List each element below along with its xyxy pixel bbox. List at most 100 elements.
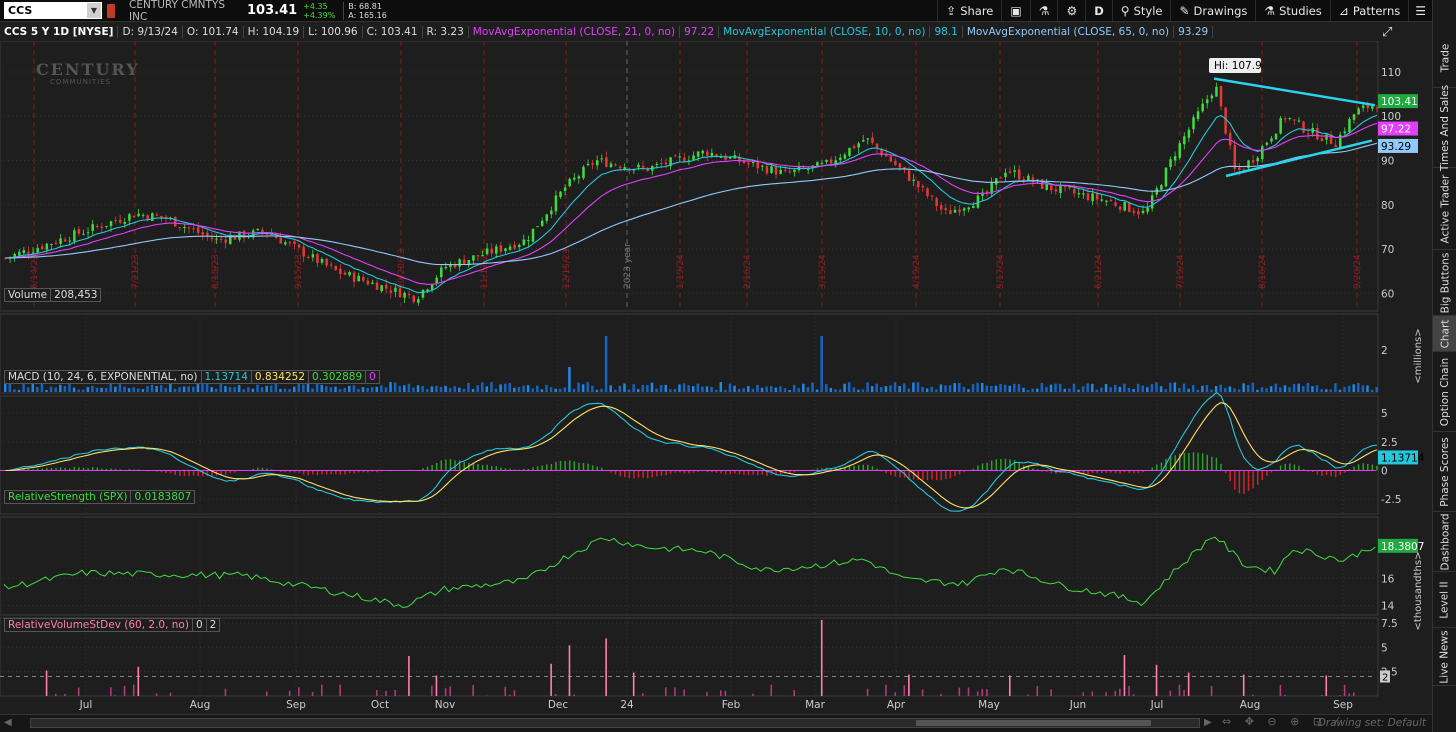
candle-body — [1173, 156, 1177, 161]
rs-badge: 18.3807 — [1381, 541, 1424, 553]
volume-bar — [421, 386, 424, 392]
sidebar-tab-live-news[interactable]: Live News — [1433, 628, 1456, 686]
volume-bar — [806, 387, 810, 392]
volume-bar — [1224, 387, 1227, 392]
sidebar-tab-phase-scores[interactable]: Phase Scores — [1433, 432, 1456, 512]
macd-hist-bar — [637, 470, 640, 478]
scroll-thumb[interactable] — [916, 720, 1151, 726]
macd-hist-bar — [738, 470, 741, 475]
candle-body — [329, 264, 333, 266]
macd-hist-bar — [1284, 463, 1286, 471]
ema21-label[interactable]: MovAvgExponential (CLOSE, 21, 0, no) — [469, 26, 681, 38]
volume-label: Volume — [4, 288, 52, 302]
sidebar-tab-times-and-sales[interactable]: Times And Sales — [1433, 84, 1456, 171]
sidebar-tab-dashboard[interactable]: Dashboard — [1433, 512, 1456, 572]
sidebar-tab-level-ii[interactable]: Level II — [1433, 572, 1456, 628]
gear-icon: ⚙ — [1066, 3, 1078, 18]
rs-pane-label[interactable]: RelativeStrength (SPX) 0.0183807 — [4, 490, 196, 504]
chart-title[interactable]: CCS 5 Y 1D [NYSE] — [0, 26, 119, 38]
macd-hist-bar — [1266, 470, 1268, 476]
rvsd-bar — [54, 693, 57, 696]
period-button[interactable]: D — [1085, 0, 1112, 21]
date-marker-label: 12/15/23 — [562, 249, 572, 289]
candle-body — [96, 225, 99, 227]
volume-bar — [714, 389, 718, 392]
macd-value-3: 0.302889 — [309, 370, 367, 384]
menu-button[interactable]: ☰ — [1408, 0, 1432, 21]
candle-body — [1251, 159, 1255, 163]
candle-body — [307, 257, 310, 259]
volume-bar — [847, 382, 851, 392]
chart-scrollbar[interactable]: ◀ ▶ ⇔ ✥ ⊖ ⊕ ⊡ ⁄ Drawing set: Default — [0, 714, 1432, 732]
scroll-track[interactable] — [30, 718, 1200, 728]
candle-body — [747, 163, 750, 165]
style-button[interactable]: ⚲ Style — [1111, 0, 1171, 21]
sidebar-tab-option-chain[interactable]: Option Chain — [1433, 352, 1456, 432]
volume-bar — [655, 388, 658, 392]
share-button[interactable]: ⇪ Share — [937, 0, 1001, 21]
drawings-button[interactable]: ✎ Drawings — [1170, 0, 1255, 21]
price-tick-label: 80 — [1381, 200, 1394, 212]
volume-bar — [1283, 385, 1287, 392]
volume-bar — [980, 383, 984, 392]
settings-button[interactable]: ⚙ — [1057, 0, 1085, 21]
macd-hist-bar — [857, 465, 860, 471]
snapshot-button[interactable]: ▣ — [1001, 0, 1029, 21]
patterns-button[interactable]: ⊿ Patterns — [1329, 0, 1408, 21]
volume-bar — [508, 383, 512, 392]
candle-body — [559, 191, 562, 198]
candle-body — [577, 176, 581, 179]
macd-hist-bar — [633, 470, 635, 479]
flag-icon[interactable] — [107, 3, 115, 18]
flask-button[interactable]: ⚗ — [1029, 0, 1058, 21]
macd-hist-bar — [747, 470, 750, 476]
sidebar-tab-chart[interactable]: Chart — [1433, 316, 1456, 352]
macd-hist-bar — [183, 470, 186, 476]
candle-body — [1316, 128, 1319, 140]
candle-body — [362, 277, 365, 281]
volume-bar — [412, 387, 415, 392]
volume-bar — [1136, 383, 1140, 392]
volume-bar — [857, 389, 860, 392]
macd-hist-bar — [743, 470, 745, 475]
candle-body — [976, 195, 980, 208]
volume-bar — [425, 389, 429, 392]
sidebar-tab-trade[interactable]: Trade — [1433, 28, 1456, 88]
candle-body — [591, 163, 594, 165]
volume-bar — [1233, 388, 1236, 392]
macd-hist-bar — [224, 470, 227, 475]
candle-body — [1150, 195, 1154, 209]
candle-body — [1288, 118, 1292, 120]
sidebar-tab-label: Active Trader — [1439, 174, 1452, 243]
sidebar-tab-active-trader[interactable]: Active Trader — [1433, 168, 1456, 250]
scroll-right-icon[interactable]: ▶ — [1204, 717, 1212, 728]
sidebar-tab-big-buttons[interactable]: Big Buttons — [1433, 250, 1456, 316]
volume-bar — [159, 385, 163, 392]
candle-body — [1192, 117, 1195, 130]
ema10-label[interactable]: MovAvgExponential (CLOSE, 10, 0, no) — [719, 26, 931, 38]
volume-bar — [214, 388, 218, 392]
rvsd-pane-label[interactable]: RelativeVolumeStDev (60, 2.0, no) 0 2 — [4, 618, 221, 632]
symbol-selector[interactable]: CCS ▼ — [4, 2, 102, 19]
volume-bar — [306, 383, 310, 392]
candle-body — [972, 206, 975, 209]
scroll-left-icon[interactable]: ◀ — [4, 717, 12, 728]
volume-bar — [646, 385, 649, 392]
volume-bar — [283, 388, 287, 392]
ema65-label[interactable]: MovAvgExponential (CLOSE, 65, 0, no) — [963, 26, 1175, 38]
rvsd-bar — [820, 619, 823, 696]
volume-bar — [403, 385, 406, 392]
macd-hist-bar — [1316, 470, 1319, 475]
macd-pane-label[interactable]: MACD (10, 24, 6, EXPONENTIAL, no) 1.1371… — [4, 370, 380, 384]
macd-hist-bar — [339, 470, 342, 475]
rs-tick-label: 14 — [1381, 600, 1395, 612]
volume-pane-label[interactable]: Volume 208,453 — [4, 288, 102, 302]
volume-bar — [1288, 387, 1291, 392]
volume-bar — [971, 384, 975, 392]
studies-button[interactable]: ⚗ Studies — [1255, 0, 1329, 21]
macd-hist-bar — [307, 470, 310, 476]
expand-icon[interactable]: ⤢ — [1382, 25, 1392, 40]
macd-hist-bar — [871, 466, 874, 471]
chevron-down-icon[interactable]: ▼ — [87, 3, 101, 18]
volume-bar — [751, 388, 755, 392]
